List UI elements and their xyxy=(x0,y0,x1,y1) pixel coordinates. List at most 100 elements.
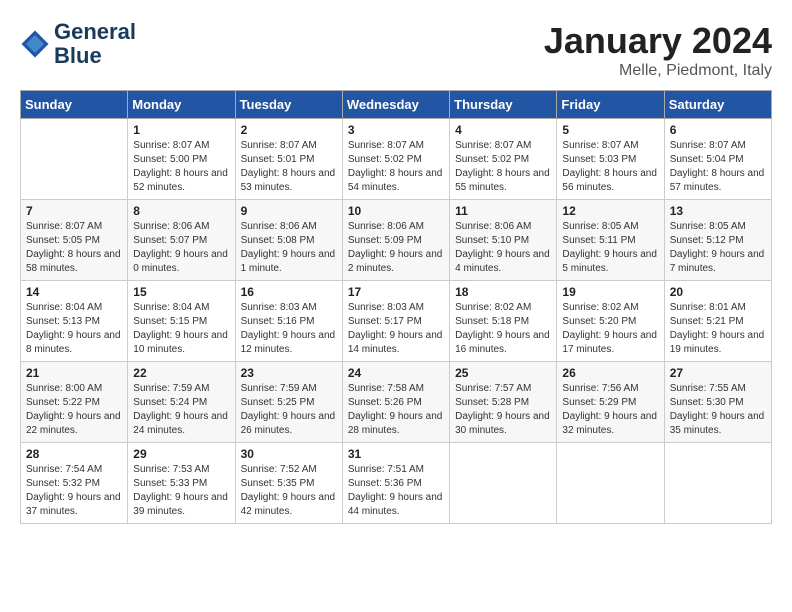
day-info: Sunrise: 7:54 AMSunset: 5:32 PMDaylight:… xyxy=(26,463,122,519)
day-number: 18 xyxy=(455,285,551,299)
col-header-sunday: Sunday xyxy=(21,91,128,119)
day-cell: 30 Sunrise: 7:52 AMSunset: 5:35 PMDayligh… xyxy=(235,443,342,524)
day-number: 25 xyxy=(455,366,551,380)
day-number: 6 xyxy=(670,123,766,137)
day-info: Sunrise: 8:03 AMSunset: 5:16 PMDaylight:… xyxy=(241,301,337,357)
day-number: 30 xyxy=(241,447,337,461)
day-info: Sunrise: 7:51 AMSunset: 5:36 PMDaylight:… xyxy=(348,463,444,519)
day-cell: 20 Sunrise: 8:01 AMSunset: 5:21 PMDayligh… xyxy=(664,281,771,362)
day-cell: 15Sunrise: 8:04 AMSunset: 5:15 PMDayligh… xyxy=(128,281,235,362)
day-cell: 14Sunrise: 8:04 AMSunset: 5:13 PMDayligh… xyxy=(21,281,128,362)
day-cell: 24 Sunrise: 7:58 AMSunset: 5:26 PMDayligh… xyxy=(342,362,449,443)
day-info: Sunrise: 8:07 AMSunset: 5:03 PMDaylight:… xyxy=(562,139,658,195)
day-cell: 10Sunrise: 8:06 AMSunset: 5:09 PMDayligh… xyxy=(342,200,449,281)
day-cell: 2 Sunrise: 8:07 AMSunset: 5:01 PMDaylight… xyxy=(235,119,342,200)
day-number: 11 xyxy=(455,204,551,218)
day-cell: 6 Sunrise: 8:07 AMSunset: 5:04 PMDaylight… xyxy=(664,119,771,200)
header-row: SundayMondayTuesdayWednesdayThursdayFrid… xyxy=(21,91,772,119)
day-cell: 12 Sunrise: 8:05 AMSunset: 5:11 PMDayligh… xyxy=(557,200,664,281)
day-info: Sunrise: 8:07 AMSunset: 5:02 PMDaylight:… xyxy=(455,139,551,195)
week-row-3: 14Sunrise: 8:04 AMSunset: 5:13 PMDayligh… xyxy=(21,281,772,362)
title-block: January 2024 Melle, Piedmont, Italy xyxy=(544,20,772,80)
day-info: Sunrise: 8:02 AMSunset: 5:18 PMDaylight:… xyxy=(455,301,551,357)
day-info: Sunrise: 7:52 AMSunset: 5:35 PMDaylight:… xyxy=(241,463,337,519)
day-number: 21 xyxy=(26,366,122,380)
week-row-4: 21 Sunrise: 8:00 AMSunset: 5:22 PMDayligh… xyxy=(21,362,772,443)
day-info: Sunrise: 8:02 AMSunset: 5:20 PMDaylight:… xyxy=(562,301,658,357)
col-header-wednesday: Wednesday xyxy=(342,91,449,119)
week-row-5: 28Sunrise: 7:54 AMSunset: 5:32 PMDayligh… xyxy=(21,443,772,524)
day-number: 20 xyxy=(670,285,766,299)
col-header-tuesday: Tuesday xyxy=(235,91,342,119)
logo-line2: Blue xyxy=(54,44,136,68)
day-number: 2 xyxy=(241,123,337,137)
day-number: 9 xyxy=(241,204,337,218)
day-cell: 18 Sunrise: 8:02 AMSunset: 5:18 PMDayligh… xyxy=(450,281,557,362)
day-info: Sunrise: 8:04 AMSunset: 5:15 PMDaylight:… xyxy=(133,301,229,357)
day-cell: 23Sunrise: 7:59 AMSunset: 5:25 PMDayligh… xyxy=(235,362,342,443)
day-cell: 7 Sunrise: 8:07 AMSunset: 5:05 PMDaylight… xyxy=(21,200,128,281)
day-cell: 19 Sunrise: 8:02 AMSunset: 5:20 PMDayligh… xyxy=(557,281,664,362)
day-number: 7 xyxy=(26,204,122,218)
col-header-monday: Monday xyxy=(128,91,235,119)
day-cell: 1 Sunrise: 8:07 AMSunset: 5:00 PMDaylight… xyxy=(128,119,235,200)
day-info: Sunrise: 8:06 AMSunset: 5:09 PMDaylight:… xyxy=(348,220,444,276)
day-number: 4 xyxy=(455,123,551,137)
day-info: Sunrise: 7:55 AMSunset: 5:30 PMDaylight:… xyxy=(670,382,766,438)
day-number: 1 xyxy=(133,123,229,137)
logo: General Blue xyxy=(20,20,136,68)
day-cell xyxy=(21,119,128,200)
month-title: January 2024 xyxy=(544,20,772,62)
day-info: Sunrise: 7:53 AMSunset: 5:33 PMDaylight:… xyxy=(133,463,229,519)
day-cell xyxy=(557,443,664,524)
day-info: Sunrise: 8:07 AMSunset: 5:02 PMDaylight:… xyxy=(348,139,444,195)
day-info: Sunrise: 8:07 AMSunset: 5:00 PMDaylight:… xyxy=(133,139,229,195)
day-info: Sunrise: 7:58 AMSunset: 5:26 PMDaylight:… xyxy=(348,382,444,438)
day-cell: 25 Sunrise: 7:57 AMSunset: 5:28 PMDayligh… xyxy=(450,362,557,443)
day-info: Sunrise: 8:07 AMSunset: 5:04 PMDaylight:… xyxy=(670,139,766,195)
week-row-2: 7 Sunrise: 8:07 AMSunset: 5:05 PMDaylight… xyxy=(21,200,772,281)
day-number: 14 xyxy=(26,285,122,299)
day-info: Sunrise: 8:05 AMSunset: 5:12 PMDaylight:… xyxy=(670,220,766,276)
calendar-table: SundayMondayTuesdayWednesdayThursdayFrid… xyxy=(20,90,772,524)
day-number: 29 xyxy=(133,447,229,461)
day-number: 27 xyxy=(670,366,766,380)
day-number: 19 xyxy=(562,285,658,299)
day-number: 3 xyxy=(348,123,444,137)
day-info: Sunrise: 8:06 AMSunset: 5:08 PMDaylight:… xyxy=(241,220,337,276)
col-header-saturday: Saturday xyxy=(664,91,771,119)
day-cell: 3 Sunrise: 8:07 AMSunset: 5:02 PMDaylight… xyxy=(342,119,449,200)
logo-text: General Blue xyxy=(54,20,136,68)
day-info: Sunrise: 8:07 AMSunset: 5:01 PMDaylight:… xyxy=(241,139,337,195)
day-info: Sunrise: 8:00 AMSunset: 5:22 PMDaylight:… xyxy=(26,382,122,438)
day-info: Sunrise: 8:07 AMSunset: 5:05 PMDaylight:… xyxy=(26,220,122,276)
day-number: 17 xyxy=(348,285,444,299)
day-cell: 8Sunrise: 8:06 AMSunset: 5:07 PMDaylight… xyxy=(128,200,235,281)
day-cell: 29 Sunrise: 7:53 AMSunset: 5:33 PMDayligh… xyxy=(128,443,235,524)
day-info: Sunrise: 8:05 AMSunset: 5:11 PMDaylight:… xyxy=(562,220,658,276)
day-cell: 21 Sunrise: 8:00 AMSunset: 5:22 PMDayligh… xyxy=(21,362,128,443)
location-subtitle: Melle, Piedmont, Italy xyxy=(544,62,772,80)
day-info: Sunrise: 7:56 AMSunset: 5:29 PMDaylight:… xyxy=(562,382,658,438)
day-number: 24 xyxy=(348,366,444,380)
day-cell xyxy=(450,443,557,524)
day-cell: 31Sunrise: 7:51 AMSunset: 5:36 PMDayligh… xyxy=(342,443,449,524)
day-cell: 26Sunrise: 7:56 AMSunset: 5:29 PMDayligh… xyxy=(557,362,664,443)
day-cell: 9 Sunrise: 8:06 AMSunset: 5:08 PMDaylight… xyxy=(235,200,342,281)
day-number: 12 xyxy=(562,204,658,218)
week-row-1: 1 Sunrise: 8:07 AMSunset: 5:00 PMDaylight… xyxy=(21,119,772,200)
day-info: Sunrise: 8:06 AMSunset: 5:07 PMDaylight:… xyxy=(133,220,229,276)
day-number: 22 xyxy=(133,366,229,380)
logo-icon xyxy=(20,29,50,59)
day-cell: 11Sunrise: 8:06 AMSunset: 5:10 PMDayligh… xyxy=(450,200,557,281)
day-cell: 28Sunrise: 7:54 AMSunset: 5:32 PMDayligh… xyxy=(21,443,128,524)
day-info: Sunrise: 8:03 AMSunset: 5:17 PMDaylight:… xyxy=(348,301,444,357)
day-number: 13 xyxy=(670,204,766,218)
logo-line1: General xyxy=(54,20,136,44)
day-cell: 17 Sunrise: 8:03 AMSunset: 5:17 PMDayligh… xyxy=(342,281,449,362)
day-cell: 27 Sunrise: 7:55 AMSunset: 5:30 PMDayligh… xyxy=(664,362,771,443)
day-cell: 22Sunrise: 7:59 AMSunset: 5:24 PMDayligh… xyxy=(128,362,235,443)
day-cell: 5Sunrise: 8:07 AMSunset: 5:03 PMDaylight… xyxy=(557,119,664,200)
day-info: Sunrise: 7:57 AMSunset: 5:28 PMDaylight:… xyxy=(455,382,551,438)
day-info: Sunrise: 8:01 AMSunset: 5:21 PMDaylight:… xyxy=(670,301,766,357)
